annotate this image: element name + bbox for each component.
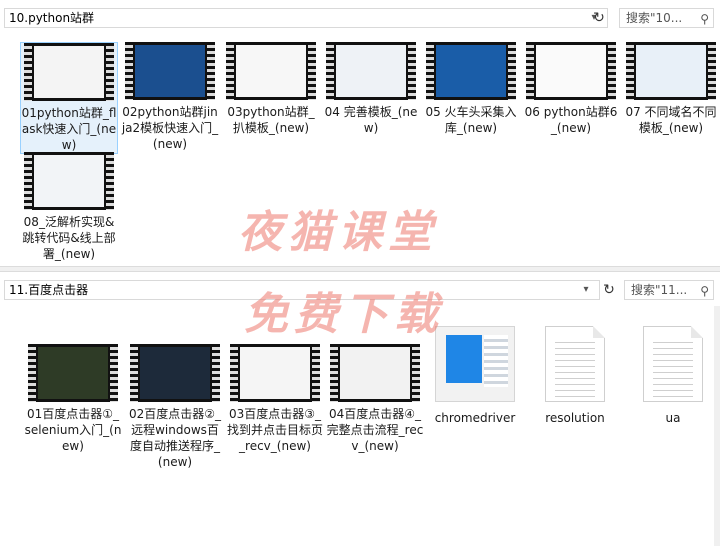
file-item[interactable]: 04 完善模板_(new)	[322, 42, 420, 136]
file-name-label: ua	[665, 411, 681, 425]
bottom-search-input[interactable]: 搜索"11... ⚲	[624, 280, 714, 300]
bottom-explorer-pane: 11.百度点击器 ▾ ↻ 搜索"11... ⚲ 01百度点击器①_seleniu…	[0, 272, 720, 546]
video-thumbnail-screen	[135, 45, 205, 97]
chevron-down-icon[interactable]: ▾	[579, 282, 593, 298]
video-thumbnail-screen	[636, 45, 706, 97]
file-item[interactable]: ua	[624, 316, 720, 426]
file-item[interactable]: 03百度点击器③_找到并点击目标页_recv_(new)	[226, 316, 324, 454]
refresh-icon[interactable]: ↻	[590, 8, 608, 28]
file-name-label: 06 python站群6_(new)	[524, 105, 618, 135]
file-item[interactable]: 03python站群_扒模板_(new)	[222, 42, 320, 136]
file-item[interactable]: 02python站群jinja2模板快速入门_(new)	[121, 42, 219, 152]
file-item[interactable]: 04百度点击器④_完整点击流程_recv_(new)	[326, 316, 424, 454]
bottom-file-grid: 01百度点击器①_selenium入门_(new) 02百度点击器②_远程wind…	[0, 306, 720, 546]
top-address-bar[interactable]: 10.python站群 ▾	[4, 8, 608, 28]
scrollbar[interactable]	[714, 306, 720, 546]
bottom-search-placeholder: 搜索"11...	[631, 283, 688, 297]
top-address-row: 10.python站群 ▾ ↻ 搜索"10... ⚲	[0, 0, 720, 34]
bottom-address-row: 11.百度点击器 ▾ ↻ 搜索"11... ⚲	[0, 272, 720, 306]
file-name-label: 04 完善模板_(new)	[324, 105, 418, 135]
top-search-input[interactable]: 搜索"10... ⚲	[619, 8, 714, 28]
file-name-label: resolution	[545, 411, 605, 425]
search-icon: ⚲	[700, 12, 709, 26]
file-name-label: 07 不同域名不同模板_(new)	[625, 105, 717, 135]
app-panel-graphic	[484, 335, 508, 387]
video-thumbnail-screen	[34, 155, 104, 207]
video-thumbnail-screen	[336, 45, 406, 97]
file-name-label: 03python站群_扒模板_(new)	[227, 105, 315, 135]
video-thumbnail-screen	[436, 45, 506, 97]
file-name-label: 05 火车头采集入库_(new)	[425, 105, 517, 135]
video-thumbnail-icon	[125, 42, 215, 100]
file-name-label: chromedriver	[434, 411, 516, 425]
top-address-text: 10.python站群	[9, 11, 95, 25]
video-thumbnail-icon	[24, 152, 114, 210]
video-thumbnail-screen	[536, 45, 606, 97]
search-icon: ⚲	[700, 284, 709, 298]
file-item[interactable]: resolution	[526, 316, 624, 426]
file-name-label: 01百度点击器①_selenium入门_(new)	[24, 407, 122, 453]
file-item[interactable]: 01百度点击器①_selenium入门_(new)	[24, 316, 122, 454]
video-thumbnail-screen	[236, 45, 306, 97]
file-item[interactable]: chromedriver	[426, 316, 524, 426]
video-thumbnail-icon	[326, 42, 416, 100]
file-name-label: 01python站群_flask快速入门_(new)	[21, 106, 117, 152]
top-file-grid: 01python站群_flask快速入门_(new) 02python站群jinj…	[0, 34, 720, 266]
file-item[interactable]: 01python站群_flask快速入门_(new)	[20, 42, 118, 154]
refresh-icon[interactable]: ↻	[600, 280, 618, 300]
video-thumbnail-screen	[340, 347, 410, 399]
file-name-label: 02百度点击器②_远程windows百度自动推送程序_(new)	[128, 407, 222, 469]
video-thumbnail-icon	[330, 344, 420, 402]
file-item[interactable]: 02百度点击器②_远程windows百度自动推送程序_(new)	[126, 316, 224, 470]
video-thumbnail-icon	[626, 42, 716, 100]
application-icon	[435, 326, 515, 402]
file-name-label: 03百度点击器③_找到并点击目标页_recv_(new)	[226, 407, 323, 453]
text-document-icon	[643, 326, 703, 402]
video-thumbnail-icon	[28, 344, 118, 402]
video-thumbnail-icon	[426, 42, 516, 100]
app-window-graphic	[446, 335, 482, 383]
text-document-icon	[545, 326, 605, 402]
video-thumbnail-screen	[240, 347, 310, 399]
video-thumbnail-icon	[226, 42, 316, 100]
top-search-placeholder: 搜索"10...	[626, 11, 683, 25]
file-item[interactable]: 05 火车头采集入库_(new)	[422, 42, 520, 136]
video-thumbnail-icon	[230, 344, 320, 402]
file-item[interactable]: 06 python站群6_(new)	[522, 42, 620, 136]
file-name-label: 02python站群jinja2模板快速入门_(new)	[121, 105, 219, 151]
bottom-address-text: 11.百度点击器	[9, 283, 89, 297]
video-thumbnail-screen	[34, 46, 104, 98]
video-thumbnail-screen	[38, 347, 108, 399]
file-name-label: 08_泛解析实现&跳转代码&线上部署_(new)	[22, 215, 116, 261]
bottom-address-bar[interactable]: 11.百度点击器 ▾	[4, 280, 600, 300]
top-explorer-pane: 10.python站群 ▾ ↻ 搜索"10... ⚲ 01python站群_fl…	[0, 0, 720, 266]
file-name-label: 04百度点击器④_完整点击流程_recv_(new)	[326, 407, 424, 453]
file-item[interactable]: 08_泛解析实现&跳转代码&线上部署_(new)	[20, 152, 118, 262]
video-thumbnail-screen	[140, 347, 210, 399]
video-thumbnail-icon	[526, 42, 616, 100]
video-thumbnail-icon	[24, 43, 114, 101]
video-thumbnail-icon	[130, 344, 220, 402]
file-item[interactable]: 07 不同域名不同模板_(new)	[622, 42, 720, 136]
